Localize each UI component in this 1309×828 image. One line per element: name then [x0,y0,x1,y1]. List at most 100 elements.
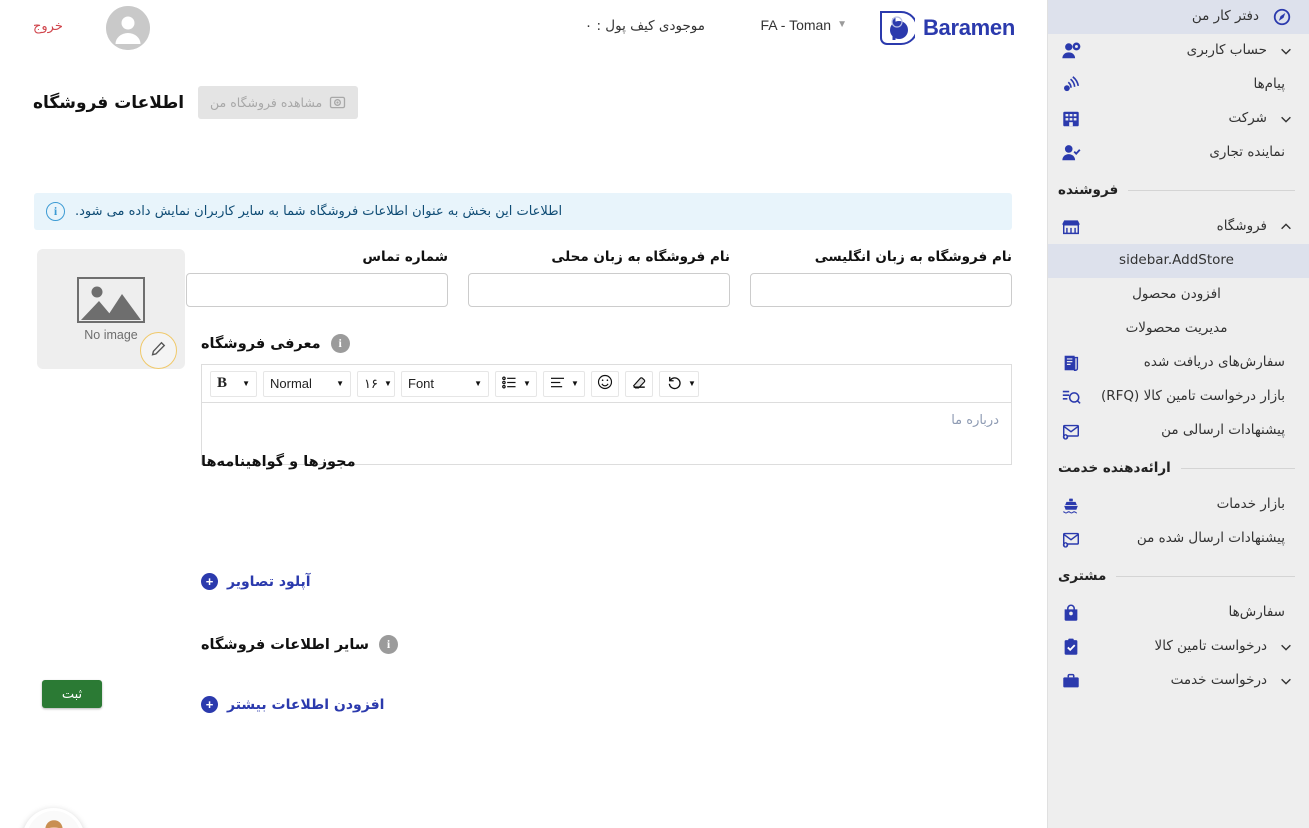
orders-received-icon [1058,350,1084,376]
contact-number-input[interactable] [186,273,448,307]
eraser-icon [631,374,647,393]
sidebar-item-label: سفارش‌ها [1228,604,1286,621]
align-icon [550,376,565,392]
sidebar-item-label: درخواست خدمت [1170,672,1267,689]
sidebar-item-add-product[interactable]: افزودن محصول [1048,278,1309,312]
image-placeholder-icon [77,276,145,323]
undo-button[interactable]: ▼ [659,370,699,397]
sidebar-subitem-label: sidebar.AddStore [1119,252,1234,269]
user-settings-icon [1058,38,1084,64]
info-icon[interactable]: i [379,635,399,654]
store-name-en-input[interactable] [750,273,1012,307]
sidebar-item-orders[interactable]: سفارش‌ها [1048,596,1309,630]
store-icon [1058,214,1084,240]
sidebar-item-received-orders[interactable]: سفارش‌های دریافت شده [1048,346,1309,380]
user-avatar-icon [106,6,150,50]
font-family-select[interactable]: Font ▼ [401,370,489,397]
bold-button[interactable]: B ▼ [210,370,257,397]
sidebar-item-business-agent[interactable]: نماینده تجاری [1048,136,1309,170]
list-button[interactable]: ▼ [495,370,537,397]
emoji-button[interactable] [591,370,619,397]
sidebar-item-my-sent-offers[interactable]: پیشنهادات ارسالی من [1048,414,1309,448]
sidebar-item-service-request[interactable]: درخواست خدمت [1048,664,1309,698]
sidebar-item-rfq-market[interactable]: بازار درخواست تامین کالا (RFQ) [1048,380,1309,414]
divider [1180,467,1295,469]
store-name-local-input[interactable] [468,273,730,307]
user-check-icon [1058,140,1084,166]
edit-logo-button[interactable] [140,332,177,369]
licenses-heading: مجوزها و گواهینامه‌ها [201,454,1012,470]
sidebar-item-manage-products[interactable]: مدیریت محصولات [1048,312,1309,346]
section-title: مجوزها و گواهینامه‌ها [201,454,356,470]
align-button[interactable]: ▼ [543,370,585,397]
info-alert-text: اطلاعات این بخش به عنوان اطلاعات فروشگاه… [75,204,563,219]
sidebar-item-company[interactable]: شرکت [1048,102,1309,136]
link-label: افزودن اطلاعات بیشتر [227,696,385,713]
briefcase-icon [1058,668,1084,694]
format-select[interactable]: Normal ▼ [263,370,351,397]
field-label: نام فروشگاه به زبان محلی [551,249,730,265]
sidebar-item-label: شرکت [1228,110,1267,127]
chevron-down-icon: ▼ [523,378,531,388]
info-icon[interactable]: i [330,334,350,353]
app-root: Baramen ▼ FA - Toman موجودی کیف پول : ٠ [0,0,1309,828]
main-content: مشاهده فروشگاه من اطلاعات فروشگاه اطلاعا… [0,56,1047,828]
view-my-store-button[interactable]: مشاهده فروشگاه من [198,86,359,119]
chevron-down-icon: ▼ [383,378,392,388]
sidebar-item-label: فروشگاه [1216,218,1267,235]
sidebar-item-label: دفتر کار من [1191,8,1259,25]
sidebar-section-customer: مشتری [1048,556,1309,596]
clear-format-button[interactable] [625,370,653,397]
sidebar-item-label: نماینده تجاری [1209,144,1285,161]
sidebar-item-label: پیشنهادات ارسالی من [1161,422,1285,439]
font-size-select[interactable]: ۱۶ ▼ [357,370,395,397]
sidebar-section-label: فروشنده [1058,182,1119,198]
plus-circle-icon: + [201,696,218,713]
language-value: FA - Toman [760,17,832,33]
font-size-value: ۱۶ [364,375,378,391]
sent-offers-icon [1058,526,1084,552]
link-label: آپلود تصاویر [227,573,311,590]
sidebar-section-service-provider: ارائه‌دهنده خدمت [1048,448,1309,488]
sidebar-item-account[interactable]: حساب کاربری [1048,34,1309,68]
submit-button[interactable]: ثبت [42,680,102,708]
sidebar-item-add-store[interactable]: sidebar.AddStore [1048,244,1309,278]
sidebar-item-services-market[interactable]: بازار خدمات [1048,488,1309,522]
field-contact-number: شماره تماس [186,249,448,307]
sidebar-subitem-label: مدیریت محصولات [1125,320,1228,337]
services-market-icon [1058,492,1084,518]
field-store-name-local: نام فروشگاه به زبان محلی [468,249,730,307]
sidebar-item-sent-offers[interactable]: پیشنهادات ارسال شده من [1048,522,1309,556]
view-my-store-label: مشاهده فروشگاه من [210,95,323,110]
sidebar-item-supply-request[interactable]: درخواست تامین کالا [1048,630,1309,664]
building-icon [1058,106,1084,132]
store-fields-row: نام فروشگاه به زبان انگلیسی نام فروشگاه … [186,249,1012,307]
chevron-down-icon [1277,112,1295,126]
brand-logo[interactable]: Baramen [875,8,1015,48]
sidebar-item-label: بازار درخواست تامین کالا (RFQ) [1100,388,1285,405]
sidebar: دفتر کار من حساب کاربری پیام‌ها [1047,0,1309,828]
add-more-info-link[interactable]: افزودن اطلاعات بیشتر + [201,696,1012,713]
section-title: معرفی فروشگاه [201,335,321,352]
eye-icon [329,94,346,111]
sidebar-item-label: حساب کاربری [1186,42,1267,59]
support-chat-button[interactable] [22,808,85,828]
clipboard-check-icon [1058,634,1084,660]
top-bar: Baramen ▼ FA - Toman موجودی کیف پول : ٠ [0,0,1047,56]
baramen-logo-icon [875,8,918,48]
logout-link[interactable]: خروج [33,19,63,34]
field-store-name-en: نام فروشگاه به زبان انگلیسی [750,249,1012,307]
bullet-list-icon [502,376,517,392]
sidebar-item-messages[interactable]: پیام‌ها [1048,68,1309,102]
font-family-value: Font [408,376,435,391]
page-title: اطلاعات فروشگاه [33,92,185,113]
dashboard-icon [1269,4,1295,30]
editor-toolbar: B ▼ Normal ▼ ۱۶ ▼ Font ▼ ▼ ▼ ▼ [201,364,1012,402]
sidebar-item-dashboard[interactable]: دفتر کار من [1048,0,1309,34]
language-currency-select[interactable]: ▼ FA - Toman [761,17,847,33]
chevron-down-icon: ▼ [837,19,847,30]
sidebar-item-store[interactable]: فروشگاه [1048,210,1309,244]
upload-images-link[interactable]: آپلود تصاویر + [201,573,1012,590]
avatar[interactable] [106,6,150,50]
no-image-caption: No image [84,327,138,342]
